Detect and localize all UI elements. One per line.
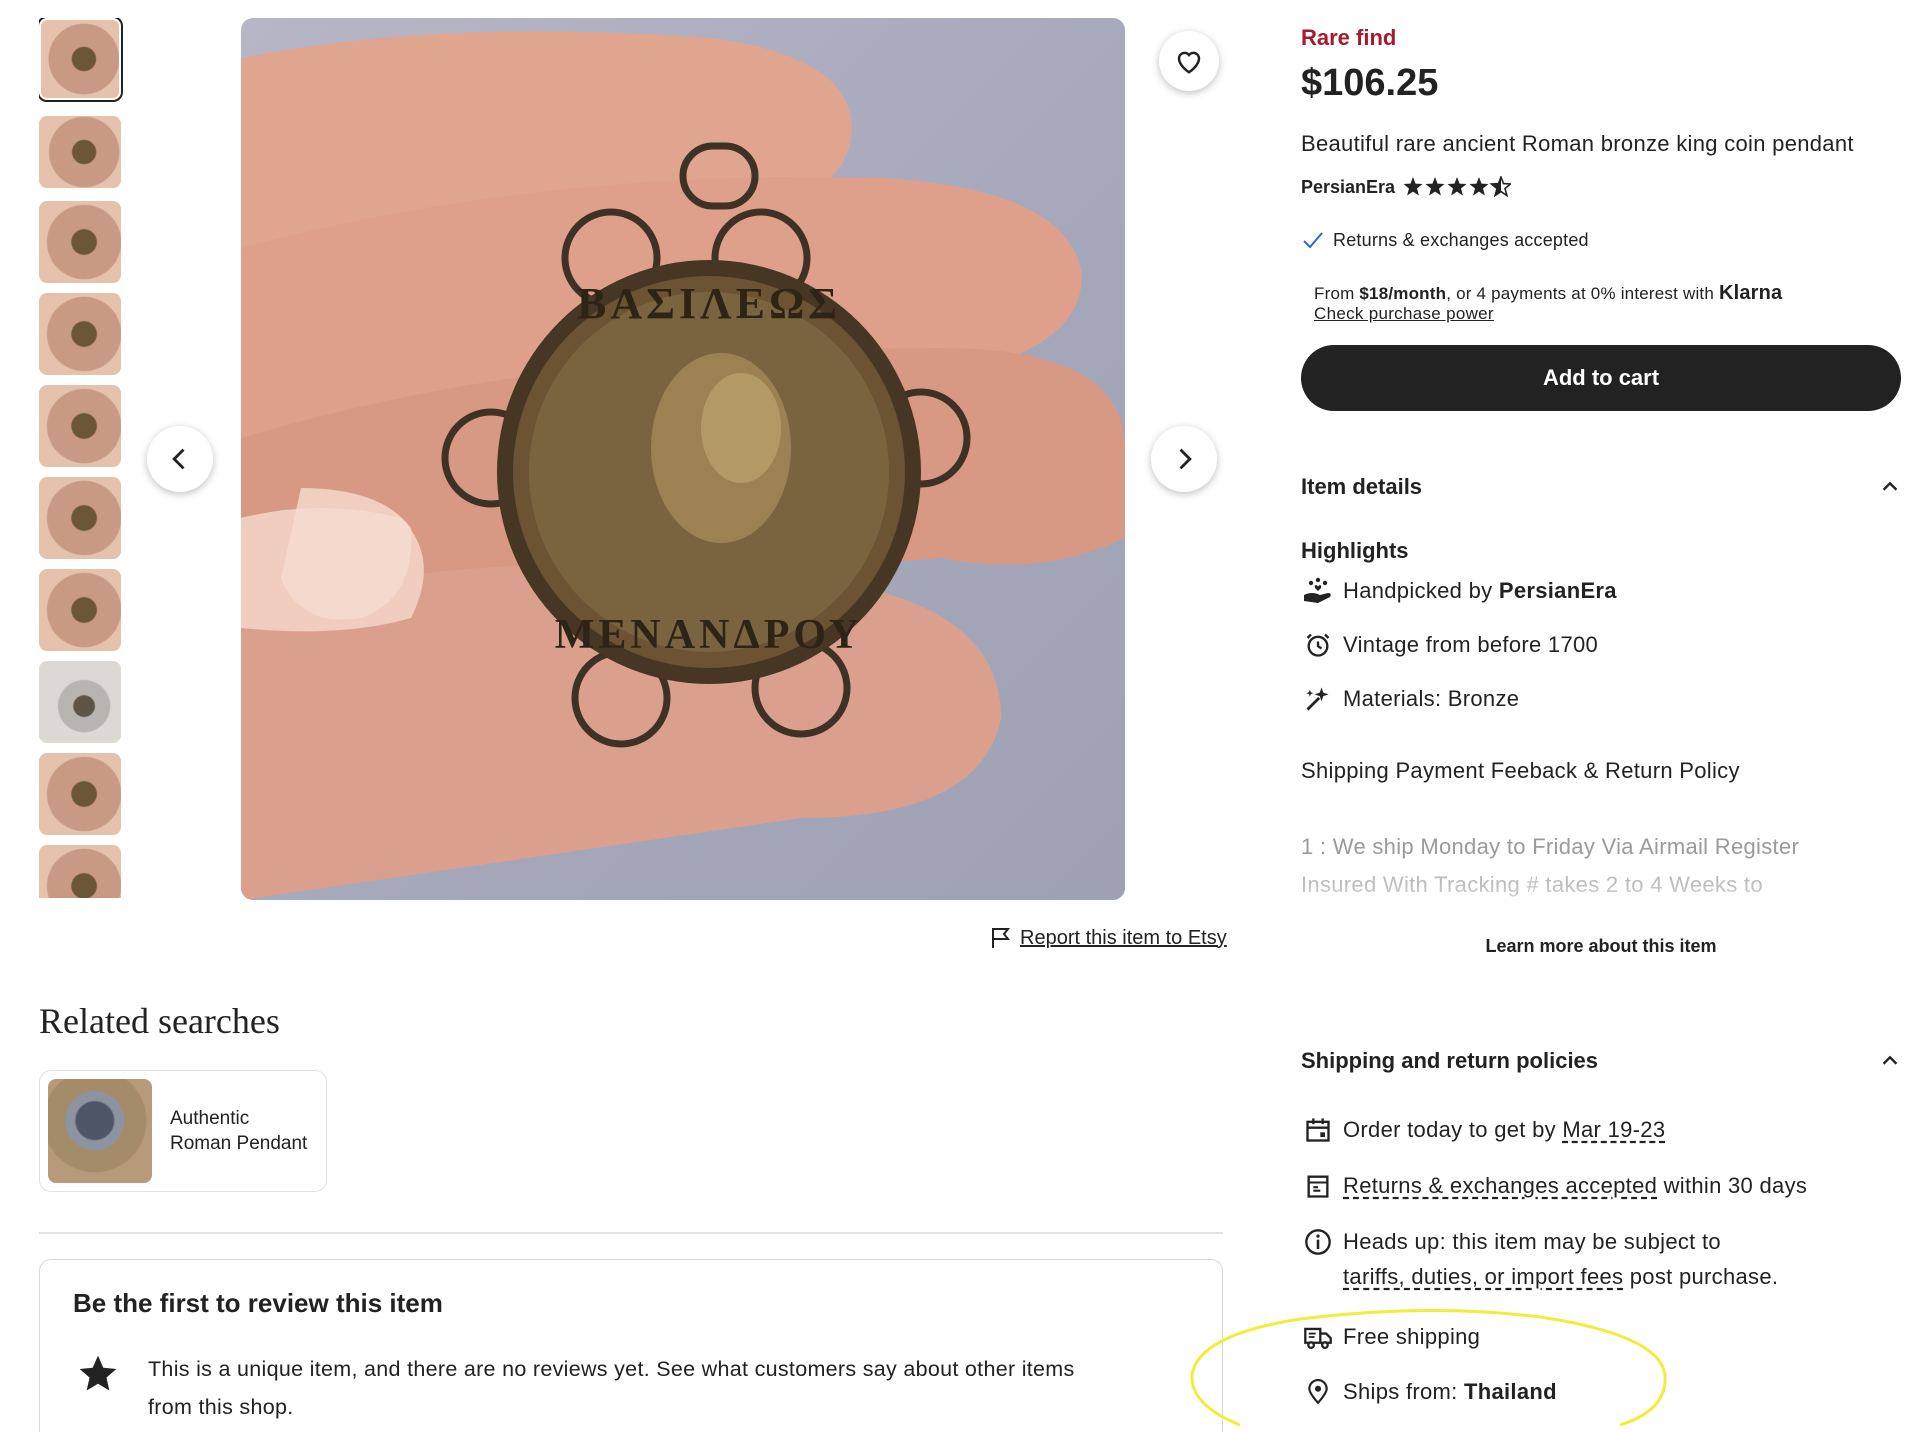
reviews-text-line1: This is a unique item, and there are no … [148,1357,1075,1381]
policy-heading: Shipping Payment Feeback & Return Policy [1301,758,1740,783]
shop-name-link[interactable]: PersianEra [1301,177,1395,198]
heart-icon [1177,51,1201,74]
tariffs-link[interactable]: tariffs, duties, or import fees [1343,1264,1623,1290]
section-divider [39,1232,1223,1234]
shipping-policies-toggle[interactable]: Shipping and return policies [1301,1048,1901,1074]
handpicked-prefix: Handpicked by [1343,578,1499,603]
policy-line-1: 1 : We ship Monday to Friday Via Airmail… [1301,834,1800,859]
ships-from-country: Thailand [1463,1379,1557,1404]
previous-image-button[interactable] [147,426,213,492]
related-search-label: Authentic Roman Pendant [170,1106,307,1156]
check-icon [1303,232,1323,249]
report-link-text[interactable]: Report this item to Etsy [1020,927,1227,950]
item-description-preview: 1 : We ship Monday to Friday Via Airmail… [1301,828,1901,924]
chevron-up-icon [1882,1055,1898,1065]
returns-accepted-text: Returns & exchanges accepted [1333,229,1589,250]
rating-stars-icon [1403,176,1512,198]
klarna-amount: $18/month [1359,284,1447,303]
returns-accepted-row: Returns & exchanges accepted [1301,228,1589,252]
thumbnail-7[interactable] [39,569,121,651]
handpicked-row: Handpicked by PersianEra [1301,574,1617,608]
ships-from-row: Ships from: Thailand [1301,1375,1557,1409]
favorite-button[interactable] [1159,31,1219,91]
klarna-info: From $18/month, or 4 payments at 0% inte… [1314,282,1782,305]
returns-policy-row: Returns & exchanges accepted within 30 d… [1301,1169,1807,1203]
returns-suffix: within 30 days [1657,1173,1808,1198]
thumbnail-9[interactable] [39,753,121,835]
thumbnail-4[interactable] [39,293,121,375]
klarna-prefix: From [1314,284,1360,303]
next-image-button[interactable] [1151,426,1217,492]
info-icon [1301,1225,1335,1259]
materials-text: Materials: Bronze [1343,686,1520,711]
location-pin-icon [1301,1375,1335,1409]
thumbnail-2[interactable] [39,116,121,188]
returns-policy-link[interactable]: Returns & exchanges accepted [1343,1173,1657,1199]
related-searches-heading: Related searches [39,1001,280,1041]
tariff-notice-row: Heads up: this item may be subject to [1301,1225,1721,1259]
add-to-cart-button[interactable]: Add to cart [1301,345,1901,411]
listing-title: Beautiful rare ancient Roman bronze king… [1301,131,1854,156]
chevron-left-icon [172,448,185,470]
svg-text:ΒΑΣΙΛΕΩΣ: ΒΑΣΙΛΕΩΣ [577,279,841,328]
free-shipping-row: Free shipping [1301,1320,1480,1354]
order-prefix: Order today to get by [1343,1117,1563,1142]
item-details-toggle[interactable]: Item details [1301,474,1901,500]
main-product-image[interactable]: ΒΑΣΙΛΕΩΣ ΜΕΝΑΝΔΡΟΥ [241,18,1125,900]
shop-rating-row: PersianEra [1301,176,1512,198]
check-purchase-power-link[interactable]: Check purchase power [1314,304,1494,324]
svg-text:ΜΕΝΑΝΔΡΟΥ: ΜΕΝΑΝΔΡΟΥ [555,612,864,658]
thumbnail-8[interactable] [39,661,121,743]
klarna-middle: , or 4 payments at 0% interest with [1446,284,1719,303]
calendar-icon [1301,1113,1335,1147]
learn-more-button[interactable]: Learn more about this item [1301,936,1901,957]
klarna-logo: Klarna [1718,282,1783,304]
handpicked-shop-link[interactable]: PersianEra [1499,578,1617,604]
related-search-thumbnail [48,1079,152,1183]
thumbnail-1[interactable] [39,18,123,102]
star-icon [79,1355,117,1391]
reviews-empty-text: This is a unique item, and there are no … [148,1350,1075,1426]
delivery-date-link[interactable]: Mar 19-23 [1562,1117,1665,1143]
thumbnail-3[interactable] [39,201,121,283]
reviews-heading: Be the first to review this item [73,1288,443,1318]
report-item-link[interactable]: Report this item to Etsy [990,926,1227,950]
thumbnail-10[interactable] [39,845,121,898]
truck-icon [1301,1320,1335,1354]
reviews-text-line2: from this shop. [148,1395,294,1419]
tariff-suffix: post purchase. [1623,1264,1779,1289]
materials-row: Materials: Bronze [1301,682,1519,716]
thumbnail-5[interactable] [39,385,121,467]
ships-from-label: Ships from: [1343,1379,1464,1404]
rare-find-badge: Rare find [1301,25,1397,50]
chevron-up-icon [1882,481,1898,491]
thumbnail-6[interactable] [39,477,121,559]
receipt-icon [1301,1169,1335,1203]
delivery-date-row: Order today to get by Mar 19-23 [1301,1113,1665,1147]
related-search-label-line2: Roman Pendant [170,1133,308,1154]
tariff-notice-line2: tariffs, duties, or import fees post pur… [1343,1264,1778,1290]
coin-pendant-photo: ΒΑΣΙΛΕΩΣ ΜΕΝΑΝΔΡΟΥ [241,31,1125,900]
vintage-text: Vintage from before 1700 [1343,632,1599,657]
item-details-heading: Item details [1301,474,1423,499]
hand-heart-icon [1301,574,1335,608]
flag-icon [992,928,1011,948]
related-search-card[interactable]: Authentic Roman Pendant [39,1070,327,1192]
price: $106.25 [1301,62,1439,104]
highlights-heading: Highlights [1301,538,1409,563]
description-fade [1301,884,1901,924]
vintage-row: Vintage from before 1700 [1301,628,1598,662]
shipping-policies-heading: Shipping and return policies [1301,1048,1599,1073]
related-search-label-line1: Authentic [170,1108,250,1129]
alarm-clock-icon [1301,628,1335,662]
tariff-notice-text: Heads up: this item may be subject to [1343,1229,1721,1254]
chevron-right-icon [1179,448,1192,470]
thumbnail-strip [39,18,123,898]
free-shipping-text: Free shipping [1343,1324,1481,1349]
reviews-panel: Be the first to review this item This is… [39,1259,1223,1432]
sparkle-tool-icon [1301,682,1335,716]
